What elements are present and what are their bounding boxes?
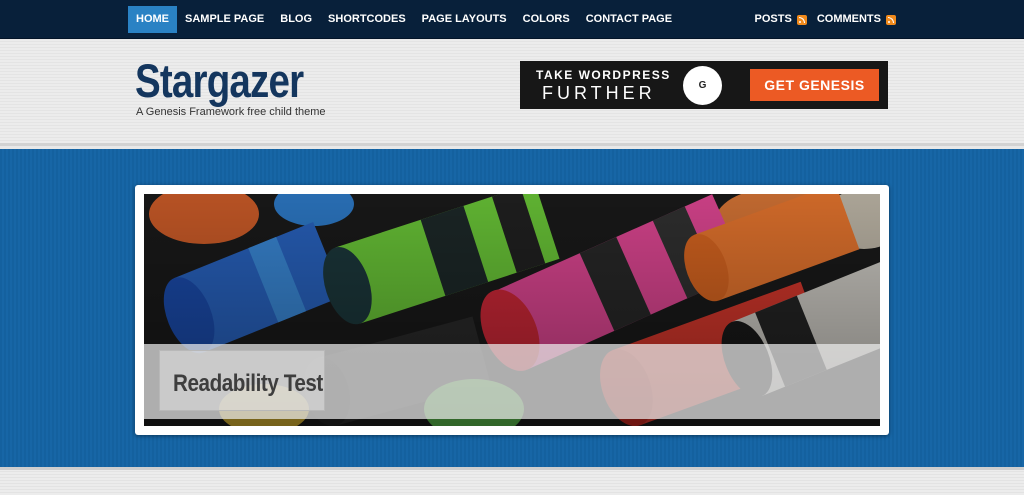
get-genesis-button[interactable]: GET GENESIS bbox=[750, 69, 879, 101]
slide-title[interactable]: Readability Test bbox=[173, 370, 323, 398]
rss-icon bbox=[796, 14, 807, 25]
nav-item-colors[interactable]: COLORS bbox=[515, 6, 578, 33]
nav-item-shortcodes[interactable]: SHORTCODES bbox=[320, 6, 414, 33]
primary-menu: HOME SAMPLE PAGE BLOG SHORTCODES PAGE LA… bbox=[128, 6, 680, 33]
banner-headline: TAKE WORDPRESS bbox=[536, 68, 671, 82]
nav-item-home[interactable]: HOME bbox=[128, 6, 177, 33]
featured-slider: Readability Test bbox=[135, 185, 889, 435]
crayons-photo[interactable]: Readability Test bbox=[144, 194, 880, 426]
posts-feed-label: POSTS bbox=[754, 13, 792, 25]
genesis-logo-icon: G bbox=[683, 66, 722, 105]
slide-caption[interactable]: Readability Test bbox=[159, 350, 325, 411]
rss-icon bbox=[886, 14, 896, 25]
banner-subheadline: FURTHER bbox=[542, 83, 656, 103]
genesis-banner-ad[interactable]: TAKE WORDPRESS FURTHER G GET GENESIS bbox=[520, 61, 888, 109]
comments-feed-link[interactable]: COMMENTS bbox=[807, 6, 896, 33]
nav-item-page-layouts[interactable]: PAGE LAYOUTS bbox=[414, 6, 515, 33]
nav-item-sample-page[interactable]: SAMPLE PAGE bbox=[177, 6, 272, 33]
posts-feed-link[interactable]: POSTS bbox=[745, 6, 807, 33]
site-title[interactable]: Stargazer bbox=[135, 53, 304, 108]
comments-feed-label: COMMENTS bbox=[816, 13, 881, 25]
top-navigation: HOME SAMPLE PAGE BLOG SHORTCODES PAGE LA… bbox=[0, 0, 1024, 39]
feed-links: POSTS COMMENTS bbox=[745, 6, 896, 33]
site-description: A Genesis Framework free child theme bbox=[136, 106, 326, 118]
nav-item-blog[interactable]: BLOG bbox=[272, 6, 320, 33]
featured-area: Readability Test bbox=[0, 149, 1024, 467]
nav-item-contact-page[interactable]: CONTACT PAGE bbox=[578, 6, 680, 33]
content-top-strip bbox=[0, 467, 1024, 495]
slide-caption-bar: Readability Test bbox=[144, 344, 880, 419]
site-header: Stargazer A Genesis Framework free child… bbox=[0, 40, 1024, 146]
